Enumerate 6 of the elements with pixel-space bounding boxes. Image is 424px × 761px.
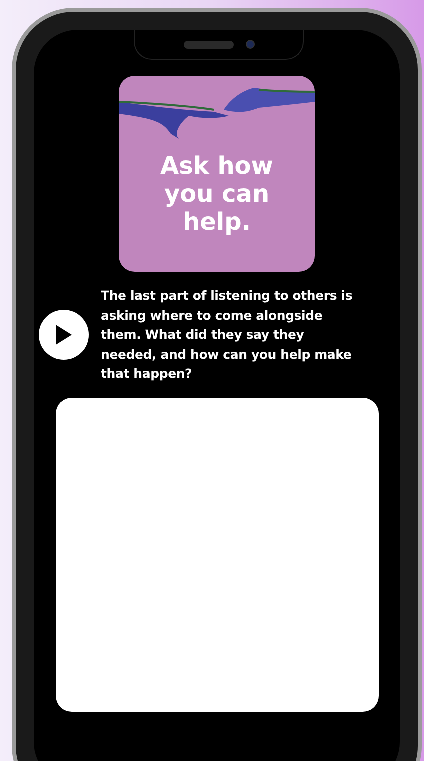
artwork-title: Ask how you can help. — [160, 152, 274, 236]
speaker-grille — [184, 40, 234, 48]
play-button[interactable] — [39, 310, 89, 360]
camera-icon — [246, 40, 254, 49]
description-text: The last part of listening to others is asking where to come alongside them. What did they say they needed, and how can you help make that happen? — [101, 287, 354, 383]
play-icon — [55, 324, 73, 346]
